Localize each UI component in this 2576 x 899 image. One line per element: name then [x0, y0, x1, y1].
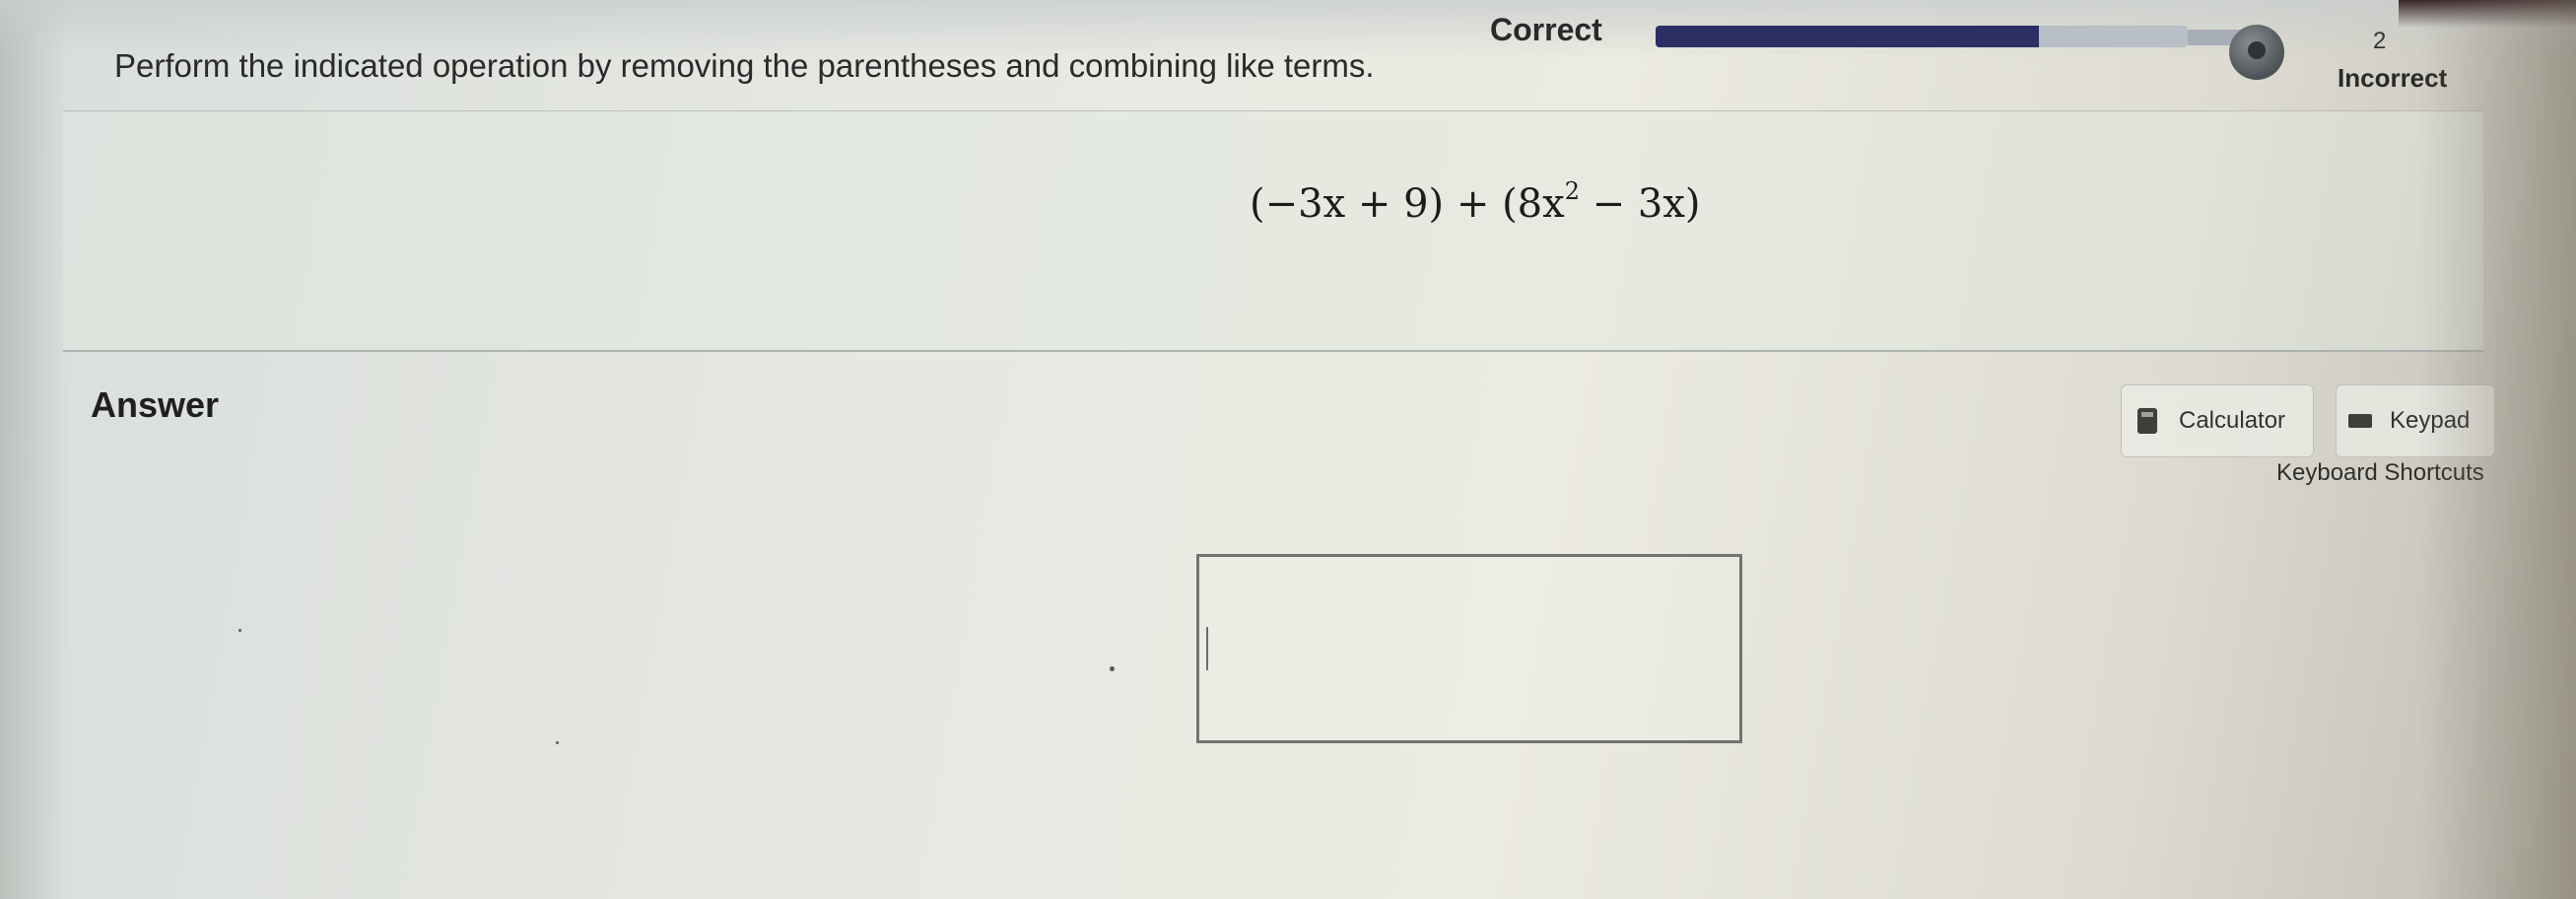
expression-exponent: 2	[1564, 177, 1580, 205]
calculator-icon	[2137, 408, 2157, 434]
correct-label: Correct	[1490, 12, 1602, 47]
progress-bar	[1656, 26, 2188, 47]
question-instruction: Perform the indicated operation by remov…	[114, 47, 1375, 84]
keyboard-icon	[2348, 414, 2372, 428]
status-indicator-icon	[2229, 25, 2284, 80]
question-expression: (−3x + 9) + (8x2 − 3x)	[1250, 177, 1701, 227]
answer-heading: Answer	[91, 384, 220, 425]
answer-input[interactable]	[1196, 554, 1742, 743]
expression-part-1: (−3x + 9) + (8x	[1250, 181, 1565, 227]
expression-part-2: − 3x)	[1579, 181, 1701, 227]
calculator-label: Calculator	[2179, 407, 2286, 434]
calculator-button[interactable]: Calculator	[2121, 384, 2314, 457]
incorrect-count: 2	[2373, 28, 2387, 54]
question-panel	[63, 110, 2483, 352]
progress-fill	[1656, 26, 2039, 47]
screen-speck	[1110, 666, 1115, 671]
background-vignette-right	[2418, 0, 2576, 899]
text-cursor	[1206, 627, 1208, 670]
background-vignette-left	[0, 0, 69, 899]
screen-speck	[238, 629, 241, 632]
screen-speck	[556, 741, 559, 744]
